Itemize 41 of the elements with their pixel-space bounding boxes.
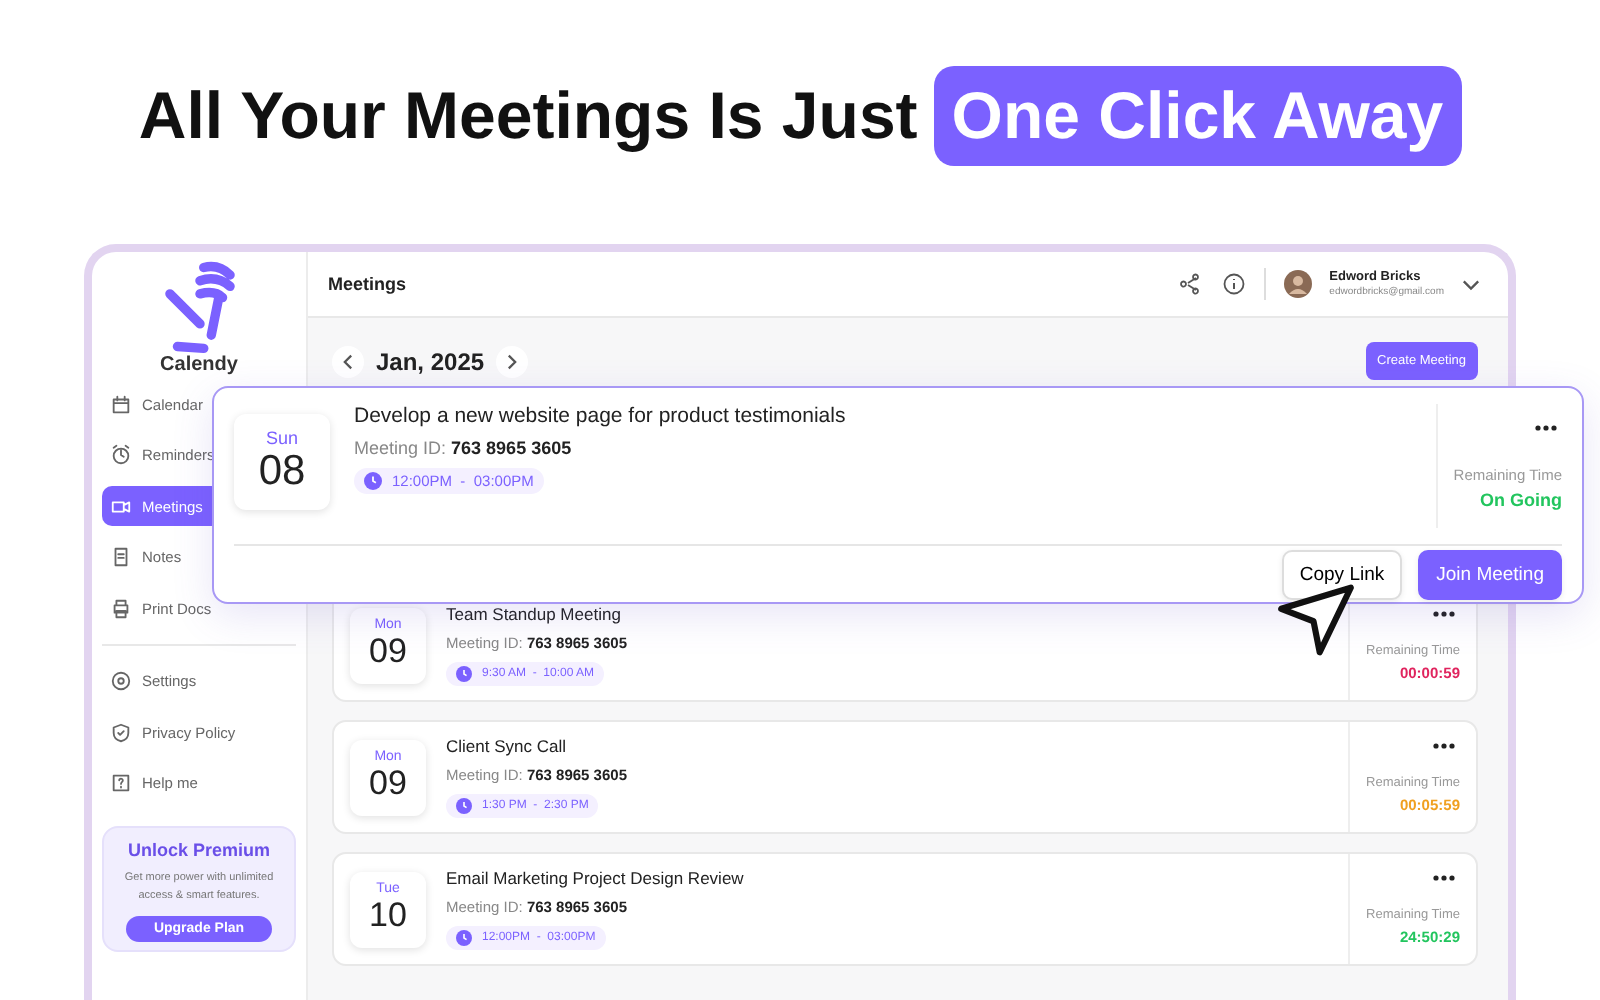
day-number: 09 xyxy=(369,632,407,672)
headline-highlight: One Click Away xyxy=(933,66,1462,166)
more-icon[interactable] xyxy=(1432,742,1456,750)
printer-icon xyxy=(110,597,132,619)
more-icon[interactable] xyxy=(1432,874,1456,882)
info-icon[interactable] xyxy=(1221,272,1246,296)
more-icon[interactable] xyxy=(1534,424,1558,432)
meeting-id: Meeting ID: 763 8965 3605 xyxy=(354,438,574,458)
weekday: Sun xyxy=(265,428,298,448)
month-label: Jan, 2025 xyxy=(376,347,485,375)
clock-icon xyxy=(456,666,472,682)
copy-link-button[interactable]: Copy Link xyxy=(1281,549,1403,599)
headline-text: All Your Meetings Is Just xyxy=(138,78,918,154)
chevron-left-icon xyxy=(340,353,356,369)
note-icon xyxy=(110,546,132,568)
meeting-title: Team Standup Meeting xyxy=(446,604,623,624)
day-number: 09 xyxy=(369,764,407,804)
premium-title: Unlock Premium xyxy=(127,840,271,860)
meeting-title: Email Marketing Project Design Review xyxy=(446,868,746,888)
meeting-title: Develop a new website page for product testimonials xyxy=(354,404,848,428)
join-meeting-button[interactable]: Join Meeting xyxy=(1418,549,1562,599)
chevron-down-icon[interactable] xyxy=(1462,275,1480,293)
calendar-icon xyxy=(110,393,132,415)
share-icon[interactable] xyxy=(1179,272,1204,296)
meeting-title: Client Sync Call xyxy=(446,736,568,756)
settings-icon xyxy=(110,670,132,692)
logo-text: Calendy xyxy=(160,354,238,376)
previous-button[interactable] xyxy=(332,345,364,377)
remaining-time: On Going xyxy=(1480,490,1562,510)
alarm-clock-icon xyxy=(110,444,132,466)
clock-icon xyxy=(364,472,382,490)
page-title: Meetings xyxy=(328,274,409,294)
avatar xyxy=(1283,270,1312,298)
chevron-right-icon xyxy=(504,353,521,369)
shield-check-icon xyxy=(110,721,132,743)
day-number: 10 xyxy=(369,896,407,936)
next-button[interactable] xyxy=(496,345,529,377)
help-icon xyxy=(110,772,132,794)
clock-icon xyxy=(456,930,472,946)
clock-icon xyxy=(456,798,472,814)
more-icon[interactable] xyxy=(1432,610,1456,618)
